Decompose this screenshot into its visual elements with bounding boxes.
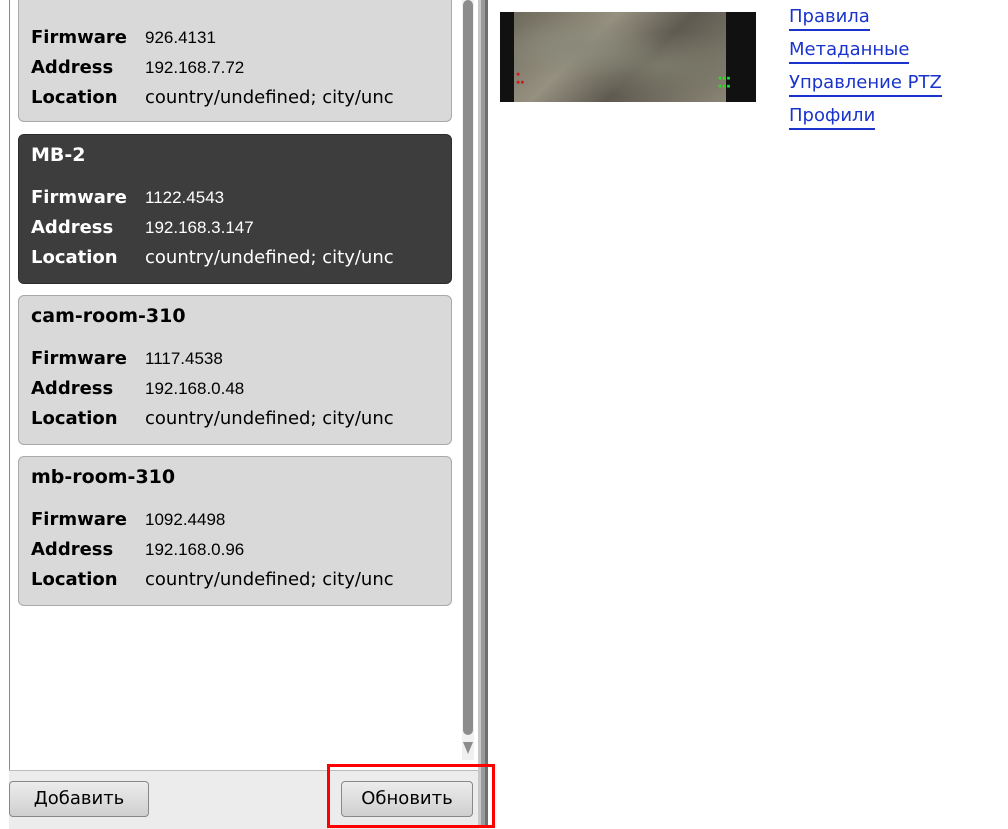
link-metadata[interactable]: Метаданные — [789, 39, 910, 64]
link-rules[interactable]: Правила — [789, 6, 870, 31]
firmware-label: Firmware — [31, 348, 127, 369]
address-value: 192.168.3.147 — [145, 218, 254, 237]
overlay-marker-left: ▪ ▪▪ — [516, 70, 525, 86]
address-value: 192.168.0.96 — [145, 540, 245, 559]
firmware-value: 1117.4538 — [145, 349, 223, 368]
camera-preview[interactable]: ▪ ▪▪ ▪▪▪ ▪▪▪ — [500, 12, 756, 102]
refresh-button[interactable]: Обновить — [341, 781, 473, 817]
device-card[interactable]: Firmware 926.4131 Address 192.168.7.72 Loc… — [18, 0, 452, 122]
address-label: Address — [31, 378, 114, 399]
firmware-value: 1092.4498 — [145, 510, 226, 529]
panel-splitter[interactable] — [478, 0, 488, 828]
address-label: Address — [31, 57, 114, 78]
address-row: Address 192.168.7.72 — [31, 55, 451, 81]
firmware-value: 926.4131 — [145, 28, 216, 47]
bottom-toolbar: Добавить Обновить — [9, 770, 479, 829]
address-row: Address 192.168.0.96 — [31, 537, 451, 563]
link-profiles[interactable]: Профили — [789, 105, 876, 130]
firmware-row: Firmware 1122.4543 — [31, 185, 451, 211]
location-label: Location — [31, 87, 118, 108]
camera-preview-image — [514, 12, 726, 102]
address-row: Address 192.168.3.147 — [31, 215, 451, 241]
location-label: Location — [31, 569, 118, 590]
device-name: mb-room-310 — [31, 466, 176, 488]
device-name: MB-2 — [31, 144, 86, 166]
location-value: country/undefined; city/unc — [145, 87, 394, 108]
device-card-selected[interactable]: MB-2 Firmware 1122.4543 Address 192.168.3.… — [18, 134, 452, 284]
firmware-label: Firmware — [31, 187, 127, 208]
device-card[interactable]: mb-room-310 Firmware 1092.4498 Address 192… — [18, 456, 452, 606]
location-value: country/undefined; city/unc — [145, 569, 394, 590]
firmware-row: Firmware 1117.4538 — [31, 346, 451, 372]
address-label: Address — [31, 217, 114, 238]
location-row: Location country/undefined; city/unc — [31, 567, 451, 593]
location-row: Location country/undefined; city/unc — [31, 406, 451, 432]
firmware-row: Firmware 1092.4498 — [31, 507, 451, 533]
panel-border — [9, 0, 10, 770]
nav-links: Правила Метаданные Управление PTZ Профил… — [789, 6, 942, 138]
add-button[interactable]: Добавить — [9, 781, 149, 817]
location-row: Location country/undefined; city/unc — [31, 85, 451, 111]
address-value: 192.168.0.48 — [145, 379, 245, 398]
location-label: Location — [31, 247, 118, 268]
firmware-value: 1122.4543 — [145, 188, 225, 207]
scrollbar-thumb[interactable] — [463, 0, 473, 735]
overlay-marker-right: ▪▪▪ ▪▪▪ — [718, 74, 731, 90]
location-value: country/undefined; city/unc — [145, 408, 394, 429]
firmware-label: Firmware — [31, 509, 127, 530]
location-label: Location — [31, 408, 118, 429]
device-name: cam-room-310 — [31, 305, 186, 327]
device-card[interactable]: cam-room-310 Firmware 1117.4538 Address 19… — [18, 295, 452, 445]
address-row: Address 192.168.0.48 — [31, 376, 451, 402]
firmware-label: Firmware — [31, 27, 127, 48]
location-row: Location country/undefined; city/unc — [31, 245, 451, 271]
link-ptz-control[interactable]: Управление PTZ — [789, 72, 942, 97]
scroll-down-arrow-icon[interactable] — [463, 742, 473, 754]
address-label: Address — [31, 539, 114, 560]
address-value: 192.168.7.72 — [145, 58, 245, 77]
device-list[interactable]: Firmware 926.4131 Address 192.168.7.72 Loc… — [18, 0, 454, 770]
firmware-row: Firmware 926.4131 — [31, 25, 451, 51]
device-list-panel: Firmware 926.4131 Address 192.168.7.72 Loc… — [0, 0, 482, 829]
location-value: country/undefined; city/unc — [145, 247, 394, 268]
